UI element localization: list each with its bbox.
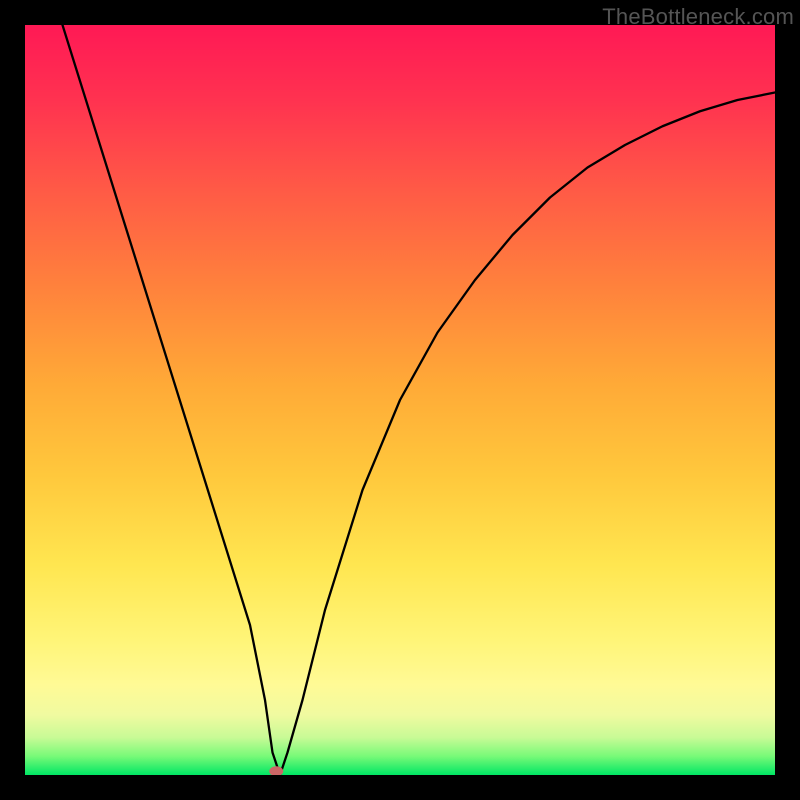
plot-area xyxy=(25,25,775,775)
watermark-text: TheBottleneck.com xyxy=(602,4,794,30)
chart-container: TheBottleneck.com xyxy=(0,0,800,800)
optimal-point-marker xyxy=(269,766,283,775)
bottleneck-curve xyxy=(25,25,775,775)
